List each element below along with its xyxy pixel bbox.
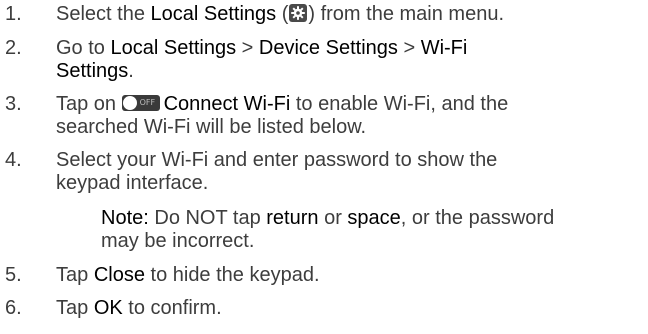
toggle-off-label: OFF (139, 98, 156, 107)
step-number: 5. (5, 264, 22, 286)
step-text: Go to Local Settings > Device Settings >… (56, 37, 468, 82)
toggle-knob (122, 96, 137, 110)
step-number: 6. (5, 297, 22, 319)
step-text: Select the Local Settings () from the ma… (56, 3, 504, 25)
close-button-label: Close (93, 264, 145, 286)
gear-icon (289, 4, 308, 22)
step-text: Tap Close to hide the keypad. (56, 264, 320, 286)
wifi-toggle-icon: OFF (121, 95, 160, 111)
space-key-label: space (347, 207, 401, 229)
menu-item-device-settings: Device Settings (258, 37, 398, 59)
step-number: 1. (5, 3, 22, 25)
step-text: Select your Wi-Fi and enter password to … (56, 149, 498, 194)
instruction-document: 1. Select the Local Settings () from the… (0, 0, 648, 334)
ok-button-label: OK (93, 297, 123, 319)
step-number: 2. (5, 37, 22, 59)
menu-item-local-settings: Local Settings (110, 37, 237, 59)
step-text: Tap on OFF Connect Wi-Fi to enable Wi-Fi,… (56, 93, 509, 138)
menu-item-wifi-settings-cont: Settings (56, 60, 129, 82)
step-text: Tap OK to confirm. (56, 297, 222, 319)
menu-item-wifi-settings: Wi-Fi (420, 37, 468, 59)
note-block: Note: Do NOT tap return or space, or the… (101, 207, 555, 252)
connect-wifi-label: Connect Wi-Fi (163, 93, 291, 115)
step-number: 3. (5, 93, 22, 115)
note-label: Note: (101, 207, 149, 229)
menu-item-local-settings: Local Settings (150, 3, 277, 25)
step-number: 4. (5, 149, 22, 171)
return-key-label: return (266, 207, 319, 229)
